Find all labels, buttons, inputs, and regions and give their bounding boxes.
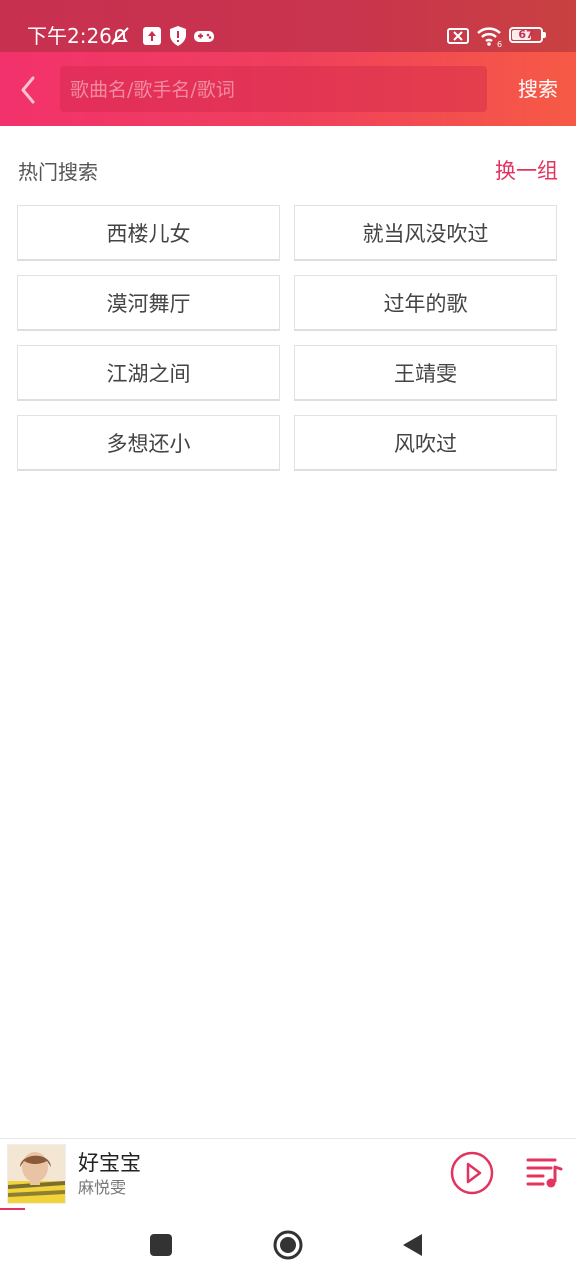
shield-icon: [170, 26, 186, 46]
hot-search-tag[interactable]: 王靖雯: [294, 345, 557, 401]
battery-level: 67: [518, 28, 534, 41]
back-button[interactable]: [400, 1232, 426, 1258]
refresh-tags-button[interactable]: 换一组: [495, 157, 558, 185]
play-circle-icon[interactable]: [449, 1150, 495, 1196]
search-bar[interactable]: [60, 66, 487, 114]
hot-search-tag[interactable]: 风吹过: [294, 415, 557, 471]
wifi-icon: 6: [477, 27, 502, 48]
song-title: 好宝宝: [78, 1151, 141, 1175]
no-sim-icon: [447, 28, 469, 44]
search-input[interactable]: [68, 66, 482, 114]
chevron-left-icon[interactable]: [14, 72, 44, 108]
hot-search-tag[interactable]: 西楼儿女: [17, 205, 280, 261]
recents-button[interactable]: [150, 1234, 172, 1256]
playlist-icon[interactable]: [525, 1155, 563, 1189]
hot-search-tag[interactable]: 江湖之间: [17, 345, 280, 401]
hot-search-tag[interactable]: 漠河舞厅: [17, 275, 280, 331]
hot-search-tag[interactable]: 多想还小: [17, 415, 280, 471]
gamepad-icon: [194, 31, 214, 42]
hot-search-title: 热门搜索: [18, 160, 98, 184]
svg-text:6: 6: [497, 40, 502, 48]
home-button[interactable]: [273, 1230, 303, 1260]
battery-tip: [543, 32, 546, 38]
status-time: 下午2:26: [27, 24, 112, 48]
album-cover[interactable]: [7, 1144, 66, 1204]
search-button[interactable]: 搜索: [518, 76, 558, 102]
status-bar: 下午2:26 6 67: [0, 0, 576, 52]
mute-bell-icon: [111, 27, 129, 45]
hot-search-tag[interactable]: 过年的歌: [294, 275, 557, 331]
song-artist: 麻悦雯: [78, 1178, 127, 1197]
upload-icon: [143, 27, 161, 45]
hot-search-tag[interactable]: 就当风没吹过: [294, 205, 557, 261]
battery-icon: 67: [509, 27, 543, 43]
